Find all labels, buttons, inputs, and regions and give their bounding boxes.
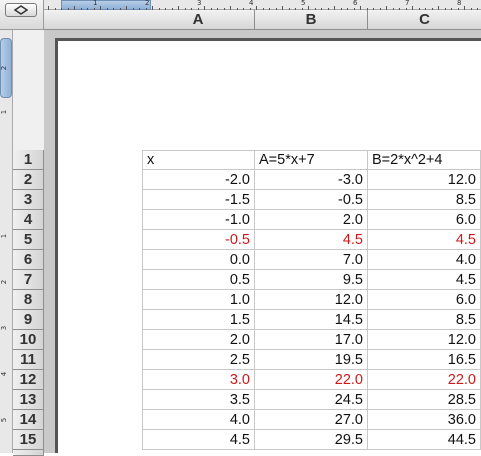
row-header-10[interactable]: 10 (13, 330, 44, 350)
data-cell[interactable]: 22.0 (368, 370, 481, 390)
column-header-bar: A B C (44, 10, 481, 30)
data-cell[interactable]: 2.0 (255, 210, 368, 230)
data-cell[interactable]: 8.5 (368, 310, 481, 330)
ruler-number: 1 (0, 109, 9, 115)
data-cell[interactable]: -1.5 (142, 190, 255, 210)
column-header-a[interactable]: A (142, 10, 255, 29)
data-cell[interactable]: 12.0 (368, 330, 481, 350)
ruler-number: 4 (0, 371, 9, 377)
page-edge (55, 38, 58, 453)
select-all-button[interactable] (5, 3, 37, 17)
column-header-c[interactable]: C (368, 10, 481, 29)
row-header-11[interactable]: 11 (13, 350, 44, 370)
data-cell[interactable]: 2.5 (142, 350, 255, 370)
row-header-9[interactable]: 9 (13, 310, 44, 330)
ruler-number: 1 (0, 233, 9, 239)
data-cell[interactable]: 4.5 (255, 230, 368, 250)
row-header-gutter (13, 30, 44, 150)
row-header-14[interactable]: 14 (13, 410, 44, 430)
data-cell[interactable]: 29.5 (255, 430, 368, 450)
data-cell[interactable]: 8.5 (368, 190, 481, 210)
data-cell[interactable]: 16.5 (368, 350, 481, 370)
ruler-number: 2 (145, 0, 150, 7)
row-header-15[interactable]: 15 (13, 430, 44, 450)
vertical-ruler[interactable]: 2 1 (0, 30, 13, 150)
ruler-number: 1 (93, 0, 98, 7)
ruler-number: 7 (405, 0, 410, 7)
ruler-number: 4 (249, 0, 254, 7)
data-cell[interactable]: -3.0 (255, 170, 368, 190)
header-cell[interactable]: x (142, 150, 255, 170)
data-cell[interactable]: 3.0 (142, 370, 255, 390)
data-cell[interactable]: 1.0 (142, 290, 255, 310)
data-cell[interactable]: 28.5 (368, 390, 481, 410)
ruler-number: 2 (0, 279, 9, 285)
row-header-6[interactable]: 6 (13, 250, 44, 270)
row-header-1[interactable]: 1 (13, 150, 44, 170)
vertical-ruler-lower[interactable]: 1 2 3 4 5 (0, 150, 13, 453)
diamond-icon (14, 5, 28, 15)
ruler-number: 2 (0, 65, 9, 71)
row-header-12[interactable]: 12 (13, 370, 44, 390)
ruler-number: 3 (0, 325, 9, 331)
data-cell[interactable]: 0.0 (142, 250, 255, 270)
page-edge (55, 38, 481, 41)
data-cell[interactable]: -0.5 (142, 230, 255, 250)
page-margin-shade (44, 30, 481, 38)
column-header-b[interactable]: B (255, 10, 368, 29)
ruler-number: 6 (353, 0, 358, 7)
row-header-7[interactable]: 7 (13, 270, 44, 290)
data-cell[interactable]: 1.5 (142, 310, 255, 330)
data-cell[interactable]: 3.5 (142, 390, 255, 410)
data-cell[interactable]: -0.5 (255, 190, 368, 210)
row-header-2[interactable]: 2 (13, 170, 44, 190)
data-cell[interactable]: 4.0 (368, 250, 481, 270)
data-cell[interactable]: 2.0 (142, 330, 255, 350)
data-cell[interactable]: 9.5 (255, 270, 368, 290)
data-cell[interactable]: 12.0 (368, 170, 481, 190)
horizontal-ruler[interactable]: 1 2 3 4 5 6 7 8 (44, 0, 481, 10)
data-cell[interactable]: 4.0 (142, 410, 255, 430)
row-header-4[interactable]: 4 (13, 210, 44, 230)
data-cell[interactable]: 44.5 (368, 430, 481, 450)
data-cell[interactable]: 17.0 (255, 330, 368, 350)
data-cell[interactable]: 19.5 (255, 350, 368, 370)
data-cell[interactable]: 0.5 (142, 270, 255, 290)
data-cell[interactable]: 6.0 (368, 210, 481, 230)
data-cell[interactable]: 6.0 (368, 290, 481, 310)
data-cell[interactable]: 24.5 (255, 390, 368, 410)
data-cell[interactable]: -1.0 (142, 210, 255, 230)
data-cell[interactable]: 27.0 (255, 410, 368, 430)
row-header-partial[interactable] (13, 450, 44, 456)
data-cell[interactable]: 14.5 (255, 310, 368, 330)
data-cell[interactable]: 36.0 (368, 410, 481, 430)
row-header-5[interactable]: 5 (13, 230, 44, 250)
ruler-number: 3 (197, 0, 202, 7)
ruler-number: 8 (457, 0, 462, 7)
ruler-number: 5 (301, 0, 306, 7)
corner-box (0, 0, 44, 30)
data-cell[interactable]: 4.5 (368, 230, 481, 250)
data-cell[interactable]: 4.5 (142, 430, 255, 450)
data-cell[interactable]: 4.5 (368, 270, 481, 290)
header-cell[interactable]: A=5*x+7 (255, 150, 368, 170)
ruler-number: 5 (0, 417, 9, 423)
row-header-13[interactable]: 13 (13, 390, 44, 410)
row-header-3[interactable]: 3 (13, 190, 44, 210)
data-cell[interactable]: 7.0 (255, 250, 368, 270)
header-cell[interactable]: B=2*x^2+4 (368, 150, 481, 170)
data-cell[interactable]: 22.0 (255, 370, 368, 390)
data-cell[interactable]: -2.0 (142, 170, 255, 190)
page-margin-shade (44, 30, 55, 453)
data-cell[interactable]: 12.0 (255, 290, 368, 310)
row-header-8[interactable]: 8 (13, 290, 44, 310)
